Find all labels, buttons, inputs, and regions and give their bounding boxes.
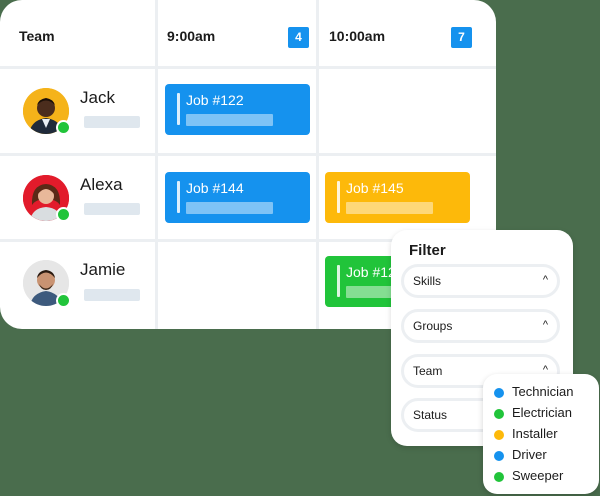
filter-skills-dropdown[interactable]: Skills ^ bbox=[401, 264, 560, 298]
job-card[interactable]: Job #145 bbox=[325, 172, 470, 223]
job-label: Job #122 bbox=[186, 92, 244, 108]
chevron-up-icon: ^ bbox=[542, 319, 548, 331]
placeholder-bar bbox=[84, 289, 140, 301]
option-label: Driver bbox=[512, 447, 547, 462]
color-dot bbox=[494, 451, 504, 461]
team-options-dropdown: Technician Electrician Installer Driver … bbox=[483, 374, 599, 494]
job-placeholder-bar bbox=[186, 114, 273, 126]
row-divider bbox=[0, 153, 496, 156]
job-label: Job #12 bbox=[346, 264, 396, 280]
color-dot bbox=[494, 409, 504, 419]
filter-label: Groups bbox=[413, 319, 453, 333]
option-label: Technician bbox=[512, 384, 574, 399]
option-label: Sweeper bbox=[512, 468, 564, 483]
slot-count-badge: 4 bbox=[288, 27, 309, 48]
team-member-name: Jamie bbox=[80, 260, 126, 279]
filter-label: Status bbox=[413, 408, 448, 422]
time-slot-header: 9:00am bbox=[167, 28, 216, 44]
color-dot bbox=[494, 388, 504, 398]
team-column-header: Team bbox=[19, 28, 55, 44]
option-label: Installer bbox=[512, 426, 558, 441]
column-divider bbox=[316, 0, 319, 329]
online-status-icon bbox=[56, 207, 71, 222]
job-placeholder-bar bbox=[186, 202, 273, 214]
online-status-icon bbox=[56, 120, 71, 135]
job-card[interactable]: Job #144 bbox=[165, 172, 310, 223]
time-slot-header: 10:00am bbox=[329, 28, 386, 44]
filter-label: Skills bbox=[413, 274, 442, 288]
row-divider bbox=[0, 66, 496, 69]
job-label: Job #145 bbox=[346, 180, 404, 196]
chevron-up-icon: ^ bbox=[542, 274, 548, 286]
job-label: Job #144 bbox=[186, 180, 244, 196]
job-card[interactable]: Job #122 bbox=[165, 84, 310, 135]
color-dot bbox=[494, 430, 504, 440]
online-status-icon bbox=[56, 293, 71, 308]
filter-label: Team bbox=[413, 364, 443, 378]
color-dot bbox=[494, 472, 504, 482]
job-placeholder-bar bbox=[346, 202, 433, 214]
placeholder-bar bbox=[84, 116, 140, 128]
team-member-name: Jack bbox=[80, 88, 115, 107]
placeholder-bar bbox=[84, 203, 140, 215]
team-member-name: Alexa bbox=[80, 175, 123, 194]
filter-title: Filter bbox=[409, 242, 446, 259]
option-label: Electrician bbox=[512, 405, 572, 420]
filter-groups-dropdown[interactable]: Groups ^ bbox=[401, 309, 560, 343]
slot-count-badge: 7 bbox=[451, 27, 472, 48]
column-divider bbox=[155, 0, 158, 329]
